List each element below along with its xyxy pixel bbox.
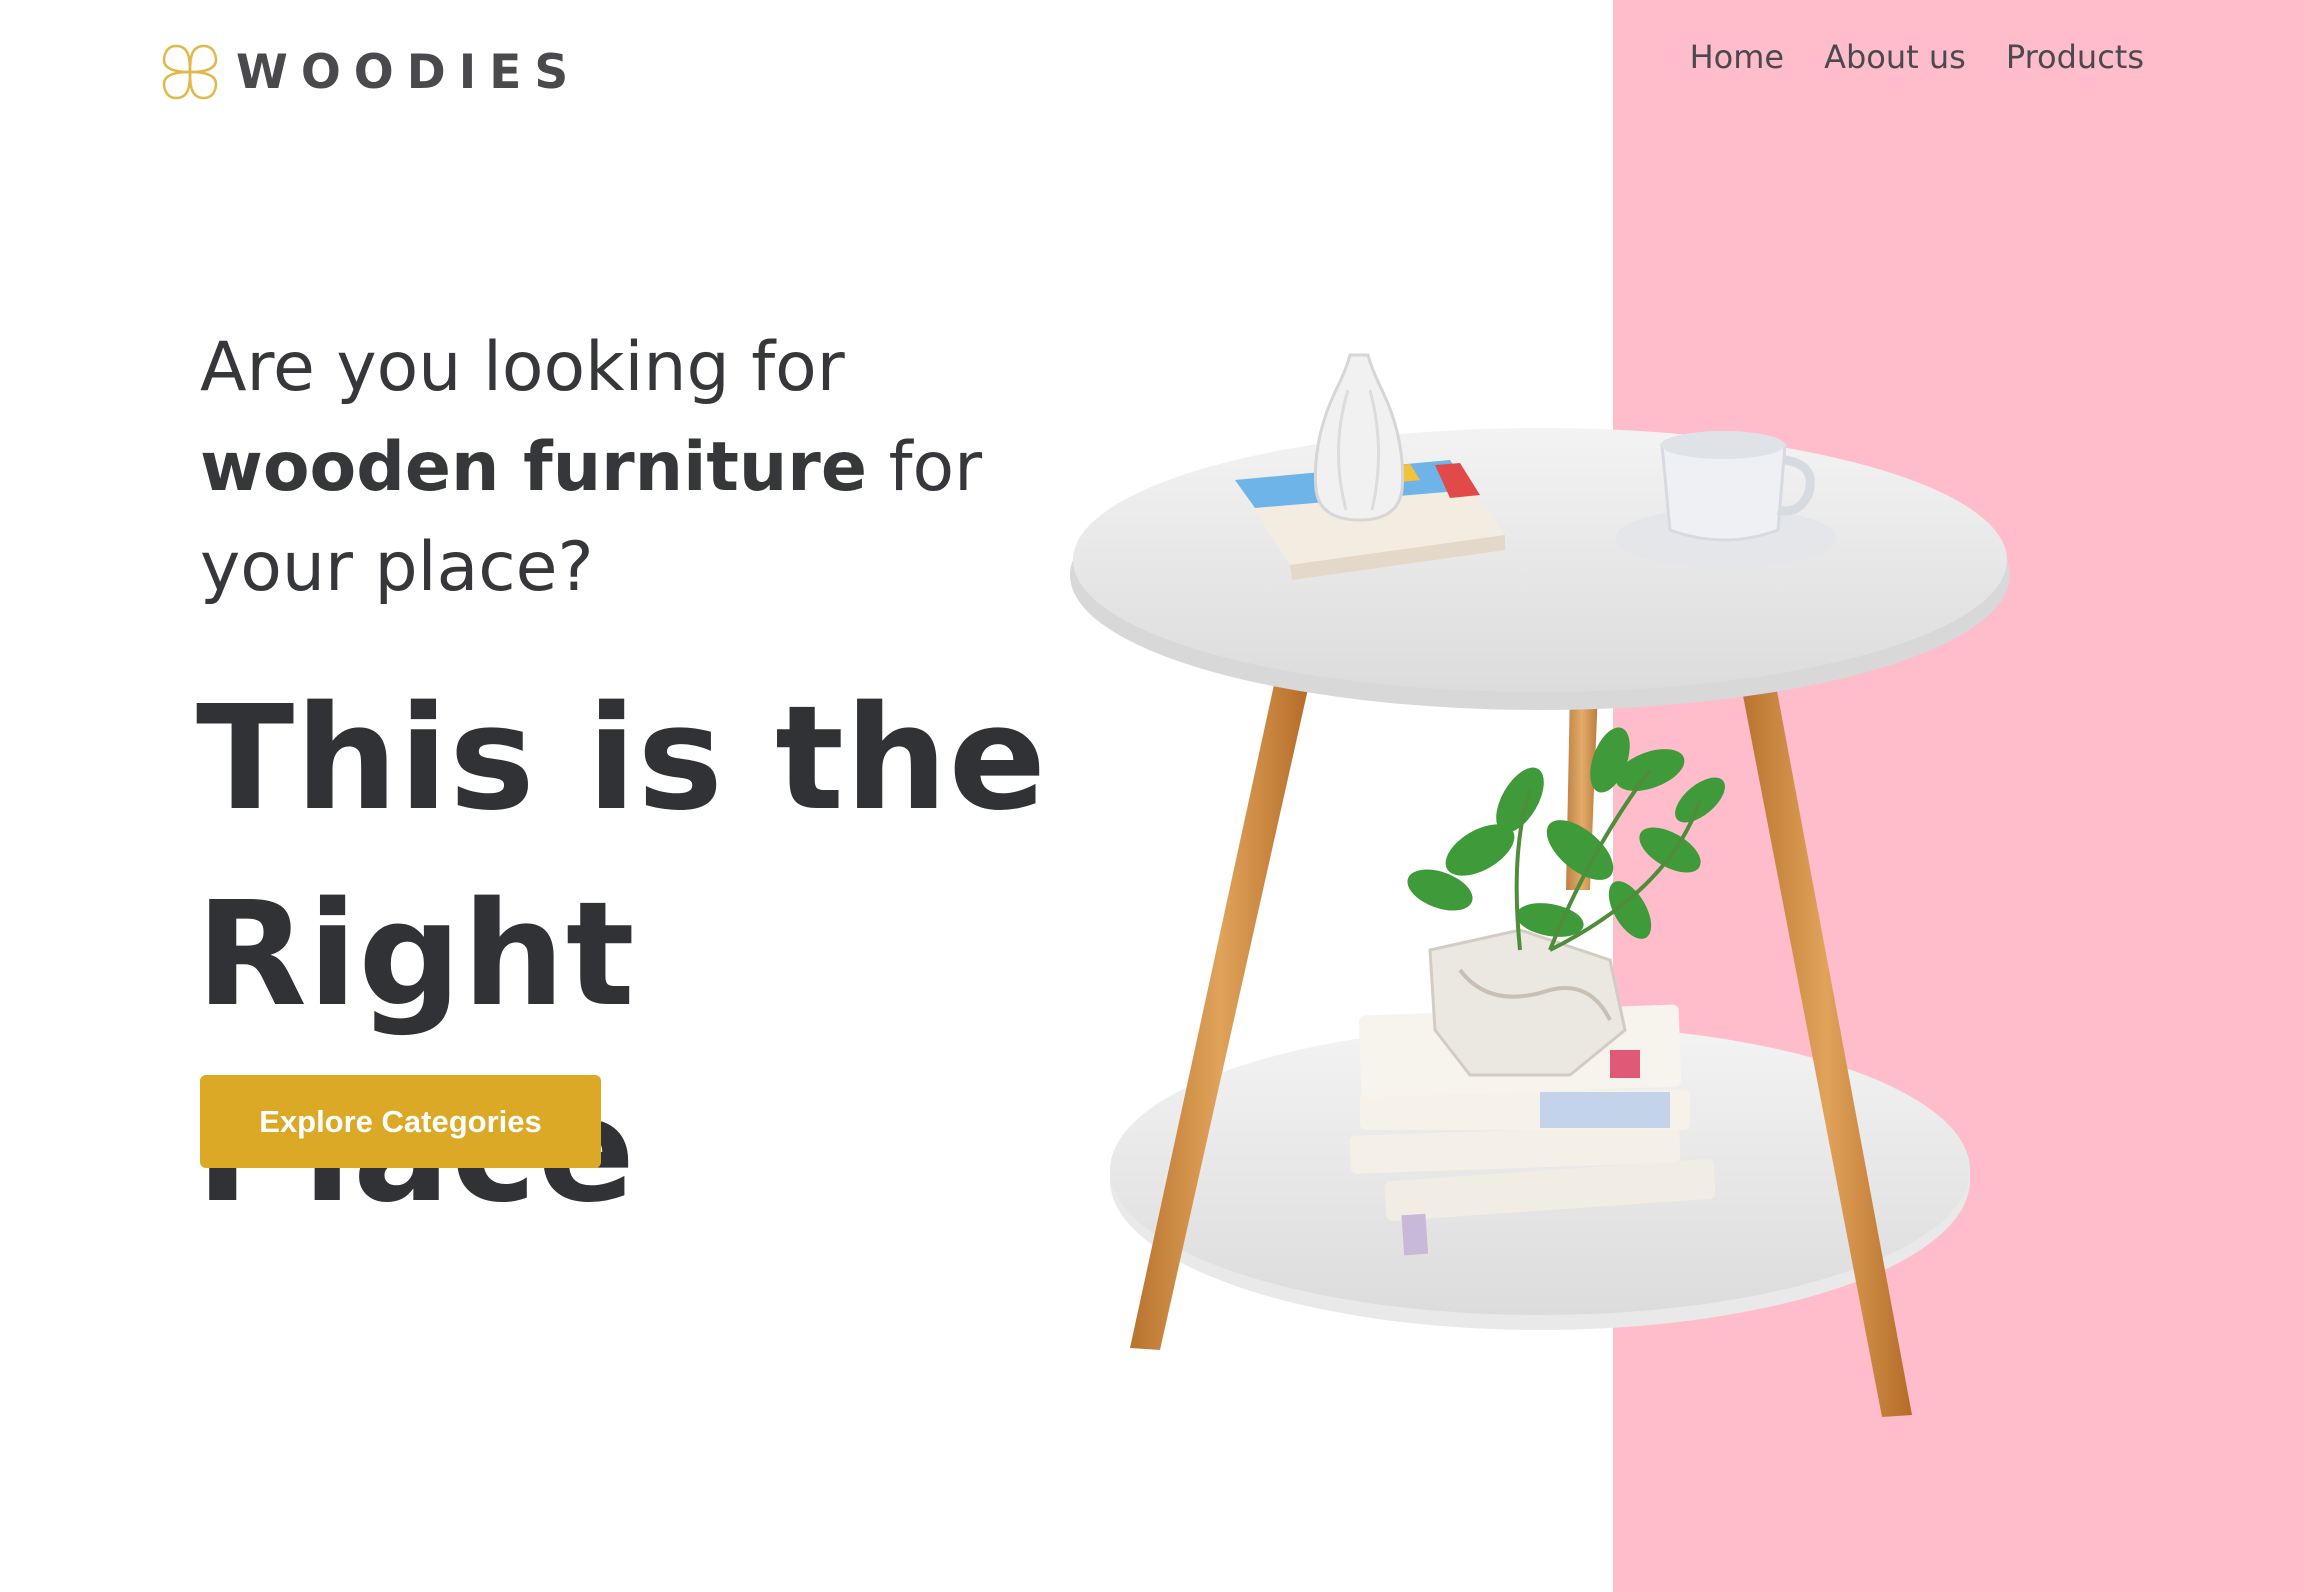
nav-about-link[interactable]: About us — [1824, 38, 1966, 76]
headline-line-2: Right Place — [196, 870, 636, 1234]
explore-categories-button[interactable]: Explore Categories — [200, 1075, 601, 1168]
nav-products-link[interactable]: Products — [2006, 38, 2144, 76]
brand-logo[interactable]: WOODIES — [158, 40, 581, 104]
intro-after-bold: for — [866, 428, 983, 507]
potted-plant-icon — [1407, 727, 1725, 1077]
intro-line-3: your place? — [200, 528, 594, 607]
top-nav: Home About us Products — [1690, 38, 2144, 76]
intro-line-1: Are you looking for — [200, 328, 845, 407]
intro-bold-text: wooden furniture — [200, 428, 867, 507]
hero-intro: Are you looking for wooden furniture for… — [200, 318, 1100, 618]
side-table-illustration — [1070, 353, 2010, 1417]
vase-icon — [1313, 353, 1405, 522]
nav-home-link[interactable]: Home — [1690, 38, 1785, 76]
brand-name: WOODIES — [236, 44, 582, 100]
clover-flower-icon — [162, 44, 218, 100]
headline-line-1: This is the — [196, 674, 1048, 842]
intro-line-2: wooden furniture for — [200, 418, 1100, 518]
